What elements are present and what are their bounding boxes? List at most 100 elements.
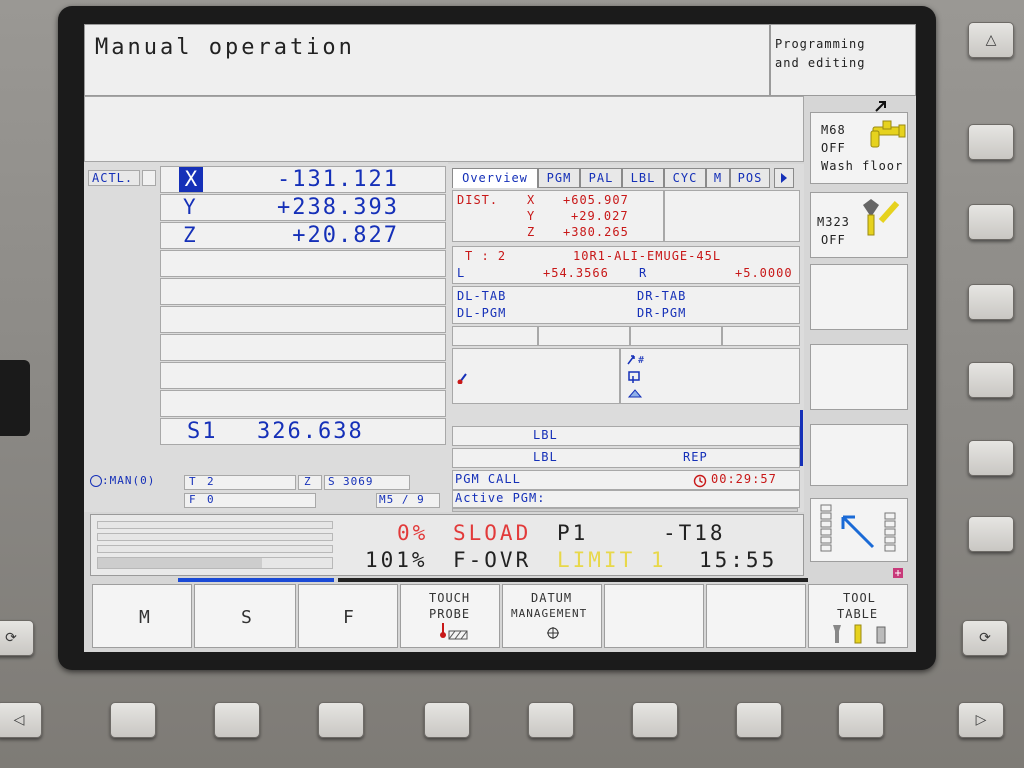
vsk-empty-1[interactable] [810,264,908,330]
tool-name: 10R1-ALI-EMUGE-45L [573,249,722,263]
tool-block: T : 2 10R1-ALI-EMUGE-45L L +54.3566 R +5… [452,246,800,284]
axis-row-x[interactable]: X -131.121 [160,166,446,193]
empty-row [160,362,446,389]
hw-key-vertical-6[interactable] [968,516,1014,552]
machine-status-bar: 0% SLOAD P1 -T18 101% F-OVR LIMIT 1 15:5… [90,514,804,576]
vsk-m68-wash-floor[interactable]: M68 OFF Wash floor [810,112,908,184]
empty-row [160,278,446,305]
softkey-f[interactable]: F [298,584,398,648]
tab-pos[interactable]: POS [730,168,770,188]
hw-key-vertical-3[interactable] [968,284,1014,320]
softkey-empty-1[interactable] [604,584,704,648]
tool-status-value: 2 [207,475,215,488]
hw-key-vertical-4[interactable] [968,362,1014,398]
hw-key-softkey-5[interactable] [528,702,574,738]
empty-cell [722,326,800,346]
dist-z-value: +380.265 [563,225,629,239]
horizontal-scrollbar[interactable] [452,508,798,512]
axis-y-value: +238.393 [277,195,399,220]
hw-key-right-arrow-icon[interactable]: ▷ [958,702,1004,738]
hw-key-scroll-up-icon[interactable]: △ [968,22,1014,58]
man-mode-text: :MAN(0) [102,474,156,487]
dr-pgm-label: DR-PGM [637,306,687,320]
axis-z-value: +20.827 [292,223,399,248]
hw-key-vertical-5[interactable] [968,440,1014,476]
vsk-m68-line1: M68 [821,123,846,137]
active-pgm-label: Active PGM: [455,491,546,505]
empty-cell [452,326,538,346]
softkey-m[interactable]: M [92,584,192,648]
feed-status-label: F [189,493,197,506]
touch-probe-line1: TOUCH [429,591,471,605]
datum-target-icon [545,625,561,645]
dist-block: DIST. X +605.907 Y +29.027 Z +380.265 [452,190,664,242]
pgm-call-label: PGM CALL [455,472,521,486]
tab-lbl[interactable]: LBL [622,168,664,188]
feed-status: F 0 [184,493,316,508]
hw-key-softkey-3[interactable] [318,702,364,738]
hw-key-refresh-icon[interactable]: ⟳ [962,620,1008,656]
lbl-label-1: LBL [533,428,558,442]
p-label: P1 [557,521,589,545]
vsk-m68-line3: Wash floor [821,159,904,173]
softkey-touch-probe[interactable]: TOUCH PROBE [400,584,500,648]
softkey-empty-2[interactable] [706,584,806,648]
tool-status: T 2 [184,475,296,490]
status-overview-panel: Overview PGM PAL LBL CYC M POS DIST. X +… [448,164,804,512]
tab-overview[interactable]: Overview [452,168,538,188]
softkey-s[interactable]: S [194,584,296,648]
mode-header: Manual operation [84,24,770,96]
vsk-empty-2[interactable] [810,344,908,410]
hw-key-vertical-1[interactable] [968,124,1014,160]
axis-x-value: -131.121 [277,167,399,192]
m-function-text: M5 / 9 [379,493,425,506]
pointer-icon [874,98,888,112]
faucet-icon [863,117,907,158]
hw-key-softkey-1[interactable] [110,702,156,738]
hw-key-refresh-left-icon[interactable]: ⟳ [0,620,34,656]
dl-tab-label: DL-TAB [457,289,507,303]
tab-m[interactable]: M [706,168,730,188]
dr-tab-label: DR-TAB [637,289,687,303]
datum-line1: DATUM [531,591,573,605]
axis-row-z[interactable]: Z +20.827 [160,222,446,249]
softkey-datum-management[interactable]: DATUM MANAGEMENT [502,584,602,648]
softkey-bar: M S F TOUCH PROBE DATUM MANAGEMENT TOOL … [88,584,916,648]
vsk-m323[interactable]: M323 OFF [810,192,908,258]
rep-label: REP [683,450,708,464]
empty-row [160,306,446,333]
hw-key-softkey-6[interactable] [632,702,678,738]
secondary-mode-panel[interactable]: Programming and editing [770,24,916,96]
tool-table-line2: TABLE [837,607,879,621]
axis-row-y[interactable]: Y +238.393 [160,194,446,221]
tool-number: T : 2 [465,249,507,263]
touch-probe-icon [435,623,469,645]
tab-pal[interactable]: PAL [580,168,622,188]
softkey-tool-table[interactable]: TOOL TABLE [808,584,908,648]
vsk-m323-line2: OFF [821,233,846,247]
hw-key-softkey-7[interactable] [736,702,782,738]
overview-scrollbar[interactable] [800,410,803,466]
tab-scroll-right-icon[interactable] [774,168,794,188]
vsk-empty-3[interactable] [810,424,908,486]
vsk-m68-line2: OFF [821,141,846,155]
dist-y-value: +29.027 [571,209,629,223]
limit-label: LIMIT 1 [557,548,667,572]
vsk-switch-display[interactable] [810,498,908,562]
pgm-call-row: PGM CALL 00:29:57 [452,470,800,490]
man-mode-icon [90,475,102,487]
empty-cell [538,326,630,346]
svg-text:#: # [638,355,644,366]
tab-cyc[interactable]: CYC [664,168,706,188]
hw-key-left-arrow-icon[interactable]: ◁ [0,702,42,738]
hw-key-vertical-2[interactable] [968,204,1014,240]
m-function-status: M5 / 9 [376,493,440,508]
tab-pgm[interactable]: PGM [538,168,580,188]
hw-key-softkey-2[interactable] [214,702,260,738]
dist-x-value: +605.907 [563,193,629,207]
hw-key-softkey-4[interactable] [424,702,470,738]
secondary-mode-line1: Programming [775,37,866,51]
feed-override-percent: 101% [365,548,428,572]
datum-shift-icon: # [625,351,647,370]
hw-key-softkey-8[interactable] [838,702,884,738]
